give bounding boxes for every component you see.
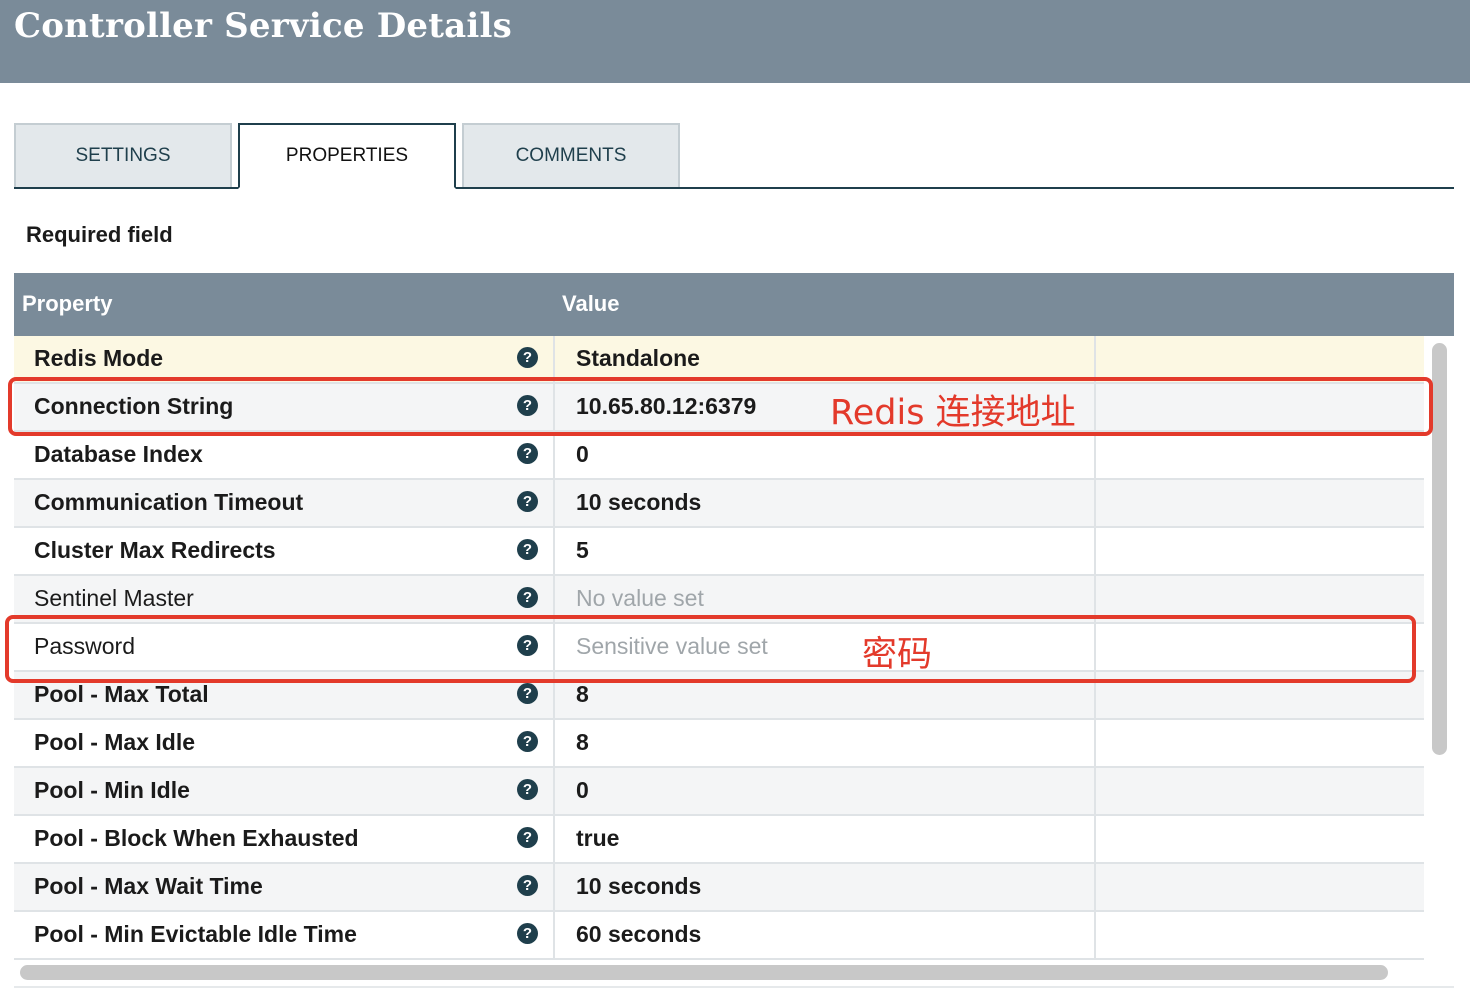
property-value[interactable]: 10 seconds: [576, 873, 701, 900]
property-name: Redis Mode: [34, 345, 164, 371]
column-divider: [1094, 672, 1096, 720]
column-divider: [553, 528, 555, 576]
grid-bottom-border: [14, 986, 1454, 988]
property-name: Pool - Min Idle: [34, 777, 190, 803]
column-divider: [1094, 624, 1096, 672]
property-value[interactable]: true: [576, 825, 619, 852]
question-circle-icon[interactable]: ?: [517, 635, 538, 656]
annotation-text-password: 密码: [862, 635, 933, 675]
annotation-text-connection: Redis 连接地址: [830, 393, 1076, 433]
question-circle-icon[interactable]: ?: [517, 539, 538, 560]
property-name: Pool - Block When Exhausted: [34, 825, 359, 851]
column-divider: [1094, 384, 1096, 432]
horizontal-scrollbar[interactable]: [20, 965, 1388, 980]
column-divider: [553, 672, 555, 720]
question-circle-icon[interactable]: ?: [517, 491, 538, 512]
table-row[interactable]: Cluster Max Redirects? 5: [14, 528, 1424, 576]
property-value[interactable]: 0: [576, 441, 589, 468]
property-value[interactable]: 0: [576, 777, 589, 804]
column-divider: [553, 432, 555, 480]
property-value[interactable]: Standalone: [576, 345, 700, 372]
required-field-label: Required field: [26, 222, 173, 247]
column-divider: [1094, 336, 1096, 384]
column-divider: [1094, 576, 1096, 624]
table-row[interactable]: Communication Timeout? 10 seconds: [14, 480, 1424, 528]
property-value[interactable]: 8: [576, 729, 589, 756]
column-divider: [1094, 816, 1096, 864]
question-circle-icon[interactable]: ?: [517, 923, 538, 944]
column-divider: [553, 336, 555, 384]
table-row[interactable]: Password? Sensitive value set: [14, 624, 1424, 672]
property-name: Password: [34, 633, 135, 659]
column-divider: [553, 816, 555, 864]
column-divider: [553, 768, 555, 816]
property-value[interactable]: 8: [576, 681, 589, 708]
question-circle-icon[interactable]: ?: [517, 875, 538, 896]
column-divider: [553, 720, 555, 768]
property-grid: Redis Mode? Standalone Connection String? 1…: [14, 336, 1424, 960]
property-grid-header: Property Value: [14, 273, 1454, 336]
column-header-value[interactable]: Value: [562, 291, 619, 317]
property-value[interactable]: 10.65.80.12:6379: [576, 393, 756, 420]
tab-comments[interactable]: COMMENTS: [462, 123, 680, 187]
column-divider: [1094, 528, 1096, 576]
property-name: Pool - Max Total: [34, 681, 209, 707]
dialog-header: Controller Service Details: [0, 0, 1470, 83]
question-circle-icon[interactable]: ?: [517, 443, 538, 464]
table-row[interactable]: Pool - Max Idle? 8: [14, 720, 1424, 768]
question-circle-icon[interactable]: ?: [517, 395, 538, 416]
column-divider: [553, 864, 555, 912]
property-name: Pool - Max Wait Time: [34, 873, 263, 899]
table-row[interactable]: Sentinel Master? No value set: [14, 576, 1424, 624]
property-name: Database Index: [34, 441, 203, 467]
property-value[interactable]: 10 seconds: [576, 489, 701, 516]
question-circle-icon[interactable]: ?: [517, 347, 538, 368]
property-value[interactable]: Sensitive value set: [576, 633, 768, 660]
column-divider: [1094, 864, 1096, 912]
tab-settings[interactable]: SETTINGS: [14, 123, 232, 187]
question-circle-icon[interactable]: ?: [517, 779, 538, 800]
tab-properties[interactable]: PROPERTIES: [238, 123, 456, 189]
tab-bar: SETTINGS PROPERTIES COMMENTS: [14, 123, 1454, 189]
table-row[interactable]: Redis Mode? Standalone: [14, 336, 1424, 384]
column-divider: [553, 912, 555, 960]
column-divider: [553, 384, 555, 432]
question-circle-icon[interactable]: ?: [517, 731, 538, 752]
vertical-scrollbar[interactable]: [1432, 343, 1447, 755]
column-header-property[interactable]: Property: [22, 291, 112, 317]
question-circle-icon[interactable]: ?: [517, 587, 538, 608]
property-name: Connection String: [34, 393, 234, 419]
question-circle-icon[interactable]: ?: [517, 827, 538, 848]
column-divider: [1094, 768, 1096, 816]
column-divider: [1094, 480, 1096, 528]
table-row[interactable]: Connection String? 10.65.80.12:6379: [14, 384, 1424, 432]
property-value[interactable]: 60 seconds: [576, 921, 701, 948]
property-name: Pool - Max Idle: [34, 729, 196, 755]
table-row[interactable]: Pool - Min Idle? 0: [14, 768, 1424, 816]
property-name: Cluster Max Redirects: [34, 537, 276, 563]
column-divider: [1094, 720, 1096, 768]
dialog-title: Controller Service Details: [14, 6, 512, 46]
column-divider: [1094, 912, 1096, 960]
column-divider: [1094, 432, 1096, 480]
table-row[interactable]: Database Index? 0: [14, 432, 1424, 480]
property-name: Pool - Min Evictable Idle Time: [34, 921, 357, 947]
property-name: Sentinel Master: [34, 585, 194, 611]
property-value[interactable]: No value set: [576, 585, 704, 612]
table-row[interactable]: Pool - Block When Exhausted? true: [14, 816, 1424, 864]
property-value[interactable]: 5: [576, 537, 589, 564]
column-divider: [553, 624, 555, 672]
question-circle-icon[interactable]: ?: [517, 683, 538, 704]
column-divider: [553, 576, 555, 624]
table-row[interactable]: Pool - Max Wait Time? 10 seconds: [14, 864, 1424, 912]
property-name: Communication Timeout: [34, 489, 304, 515]
column-divider: [553, 480, 555, 528]
tab-underline: [14, 187, 1454, 189]
table-row[interactable]: Pool - Max Total? 8: [14, 672, 1424, 720]
table-row[interactable]: Pool - Min Evictable Idle Time? 60 second…: [14, 912, 1424, 960]
